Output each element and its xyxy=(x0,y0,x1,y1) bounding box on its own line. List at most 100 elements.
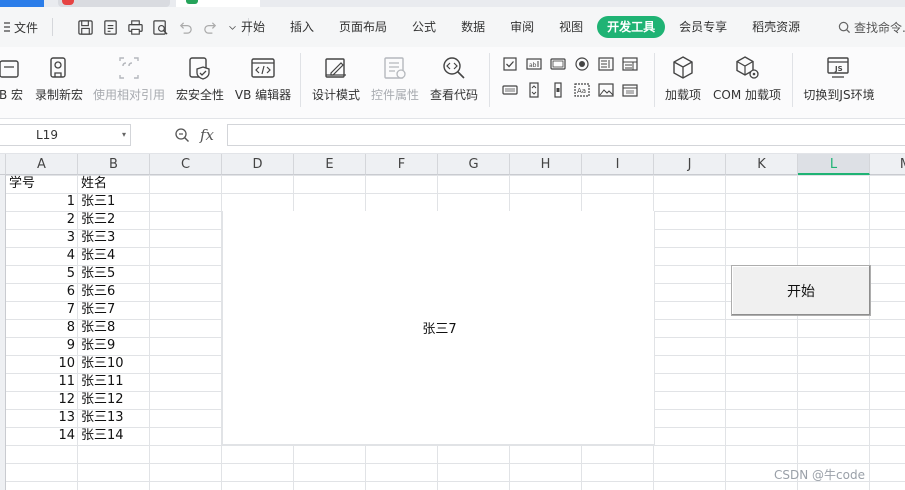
option-button-control-button[interactable] xyxy=(570,51,594,77)
view-code-button[interactable]: 查看代码 xyxy=(427,47,481,111)
column-header-f[interactable]: F xyxy=(366,154,438,175)
cell-student-id[interactable]: 5 xyxy=(6,265,75,283)
cell-student-name[interactable]: 张三14 xyxy=(81,427,147,445)
cell-student-id[interactable]: 2 xyxy=(6,211,75,229)
tab-developer[interactable]: 开发工具 xyxy=(597,16,666,38)
record-macro-button[interactable]: 录制新宏 xyxy=(32,47,86,111)
redo-icon[interactable] xyxy=(202,19,219,36)
column-header-j[interactable]: J xyxy=(654,154,726,175)
column-header-h[interactable]: H xyxy=(510,154,582,175)
window-tab-document[interactable] xyxy=(58,0,170,7)
formula-input[interactable] xyxy=(227,124,905,146)
spin-button-control-button[interactable] xyxy=(522,77,546,103)
tab-formulas[interactable]: 公式 xyxy=(401,16,447,38)
tab-insert[interactable]: 插入 xyxy=(279,16,325,38)
com-addins-button[interactable]: COM 加载项 xyxy=(711,47,783,111)
column-gridline xyxy=(869,175,870,490)
cell-student-name[interactable]: 张三10 xyxy=(81,355,147,373)
vb-editor-button[interactable]: VB 编辑器 xyxy=(233,47,293,111)
frame-control-button[interactable] xyxy=(618,77,642,103)
print-icon[interactable] xyxy=(127,19,144,36)
tab-page-layout[interactable]: 页面布局 xyxy=(328,16,398,38)
cell-student-id[interactable]: 11 xyxy=(6,373,75,391)
record-macro-label: 录制新宏 xyxy=(34,88,83,102)
cell-student-name[interactable]: 张三6 xyxy=(81,283,147,301)
window-tab-home[interactable] xyxy=(0,0,44,7)
combobox-icon xyxy=(622,57,638,71)
textbox-control-button[interactable]: ab xyxy=(522,51,546,77)
cell-student-name[interactable]: 张三13 xyxy=(81,409,147,427)
cell-student-name[interactable]: 张三12 xyxy=(81,391,147,409)
cell-header-name[interactable]: 姓名 xyxy=(81,175,147,193)
tab-home[interactable]: 开始 xyxy=(230,16,276,38)
cell-student-name[interactable]: 张三11 xyxy=(81,373,147,391)
macro-security-button[interactable]: 宏安全性 xyxy=(173,47,227,111)
cell-student-id[interactable]: 7 xyxy=(6,301,75,319)
image-control-button[interactable] xyxy=(594,77,618,103)
cell-student-id[interactable]: 3 xyxy=(6,229,75,247)
insert-function-button[interactable]: fx xyxy=(200,126,214,144)
column-header-l[interactable]: L xyxy=(798,154,870,175)
tab-member[interactable]: 会员专享 xyxy=(668,16,738,38)
print-preview-icon[interactable] xyxy=(152,19,169,36)
cell-student-id[interactable]: 12 xyxy=(6,391,75,409)
cell-student-id[interactable]: 14 xyxy=(6,427,75,445)
column-header-i[interactable]: I xyxy=(582,154,654,175)
cell-student-id[interactable]: 1 xyxy=(6,193,75,211)
column-header-g[interactable]: G xyxy=(438,154,510,175)
label-control-button[interactable]: Aa xyxy=(570,77,594,103)
zoom-icon[interactable] xyxy=(174,127,190,143)
listbox-icon xyxy=(598,57,614,71)
window-tab-workbook[interactable] xyxy=(176,0,260,7)
export-pdf-icon[interactable] xyxy=(102,19,119,36)
addins-button[interactable]: 加载项 xyxy=(662,47,704,111)
column-header-a[interactable]: A xyxy=(6,154,78,175)
vb-macro-button[interactable]: B 宏 xyxy=(0,47,28,111)
column-header-e[interactable]: E xyxy=(294,154,366,175)
cell-student-name[interactable]: 张三1 xyxy=(81,193,147,211)
column-header-d[interactable]: D xyxy=(222,154,294,175)
cell-student-name[interactable]: 张三4 xyxy=(81,247,147,265)
code-editor-icon xyxy=(251,58,275,78)
combobox-control-button[interactable] xyxy=(618,51,642,77)
column-header-m[interactable]: M xyxy=(870,154,905,175)
cell-student-name[interactable]: 张三9 xyxy=(81,337,147,355)
control-properties-button[interactable]: 控件属性 xyxy=(368,47,422,111)
cell-header-student-id[interactable]: 学号 xyxy=(9,175,75,193)
cell-student-name[interactable]: 张三3 xyxy=(81,229,147,247)
cell-student-name[interactable]: 张三5 xyxy=(81,265,147,283)
cell-student-id[interactable]: 8 xyxy=(6,319,75,337)
toggle-button-control-button[interactable] xyxy=(498,77,522,103)
file-menu[interactable]: 文件 xyxy=(0,19,42,36)
save-icon[interactable] xyxy=(77,19,94,36)
column-header-b[interactable]: B xyxy=(78,154,150,175)
cell-student-name[interactable]: 张三7 xyxy=(81,301,147,319)
button-control-button[interactable] xyxy=(546,51,570,77)
column-header-c[interactable]: C xyxy=(150,154,222,175)
start-button[interactable]: 开始 xyxy=(731,265,871,316)
cell-student-id[interactable]: 6 xyxy=(6,283,75,301)
name-box[interactable]: L19 ▾ xyxy=(0,124,131,146)
cell-student-name[interactable]: 张三2 xyxy=(81,211,147,229)
scrollbar-control-button[interactable] xyxy=(546,77,570,103)
switch-js-environment-button[interactable]: JS 切换到JS环境 xyxy=(801,47,877,111)
listbox-control-button[interactable] xyxy=(594,51,618,77)
label-control[interactable]: 张三7 xyxy=(222,211,655,445)
undo-icon[interactable] xyxy=(177,19,194,36)
column-header-k[interactable]: K xyxy=(726,154,798,175)
cell-student-name[interactable]: 张三8 xyxy=(81,319,147,337)
cell-student-id[interactable]: 10 xyxy=(6,355,75,373)
tab-docer-resources[interactable]: 稻壳资源 xyxy=(741,16,811,38)
command-search[interactable]: 查找命令... xyxy=(838,7,905,47)
cell-student-id[interactable]: 4 xyxy=(6,247,75,265)
tab-view[interactable]: 视图 xyxy=(548,16,594,38)
design-mode-button[interactable]: 设计模式 xyxy=(309,47,363,111)
tab-data[interactable]: 数据 xyxy=(450,16,496,38)
relative-reference-button[interactable]: 使用相对引用 xyxy=(91,47,167,111)
cell-student-id[interactable]: 13 xyxy=(6,409,75,427)
name-box-dropdown-icon[interactable]: ▾ xyxy=(122,125,126,145)
vb-editor-label: VB 编辑器 xyxy=(234,88,292,102)
checkbox-control-button[interactable] xyxy=(498,51,522,77)
cell-student-id[interactable]: 9 xyxy=(6,337,75,355)
tab-review[interactable]: 审阅 xyxy=(499,16,545,38)
